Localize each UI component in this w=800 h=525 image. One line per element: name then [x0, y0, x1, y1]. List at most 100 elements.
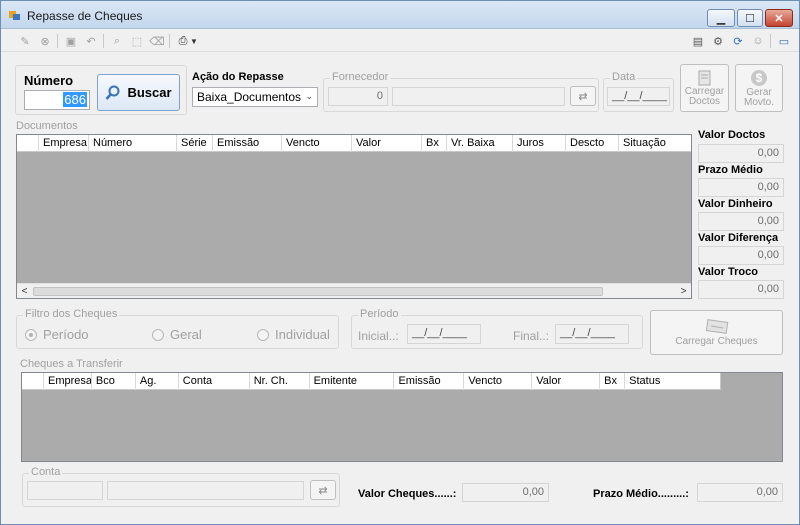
acao-select[interactable]: Baixa_Documentos ⌄ — [192, 87, 318, 107]
col-conta[interactable]: Conta — [179, 373, 250, 390]
col-situacao[interactable]: Situação — [619, 135, 691, 152]
valor-dinheiro-label: Valor Dinheiro — [698, 198, 773, 210]
data-input[interactable]: __/__/____ — [607, 87, 670, 106]
fornecedor-name-input[interactable] — [392, 87, 565, 106]
valor-dinheiro-field[interactable]: 0,00 — [698, 212, 784, 231]
select-icon[interactable]: ⬚ — [129, 33, 145, 49]
main-window: Repasse de Cheques ▁ ☐ ✕ ✎ ⊗ ▣ ↶ ⌕ ⬚ ⌫ ⎙… — [0, 0, 800, 525]
scroll-right-icon[interactable]: > — [676, 284, 691, 299]
col-vr-baixa[interactable]: Vr. Baixa — [447, 135, 513, 152]
toolbar: ✎ ⊗ ▣ ↶ ⌕ ⬚ ⌫ ⎙ ▼ ▤ ⚙ ⟳ ☺ ▭ — [1, 30, 799, 52]
radio-geral[interactable]: Geral — [152, 327, 202, 342]
col-nr-ch[interactable]: Nr. Ch. — [250, 373, 310, 390]
scroll-left-icon[interactable]: < — [17, 284, 32, 299]
close-icon: ✕ — [774, 12, 784, 25]
cheques-header: Empresa Bco Ag. Conta Nr. Ch. Emitente E… — [22, 373, 721, 390]
col-bx[interactable]: Bx — [422, 135, 447, 152]
col-valor[interactable]: Valor — [352, 135, 422, 152]
edit-icon[interactable]: ✎ — [17, 33, 33, 49]
col-emissao[interactable]: Emissão — [213, 135, 282, 152]
documentos-hscrollbar[interactable]: < > — [17, 283, 691, 298]
documents-icon — [698, 70, 710, 85]
cheques-grid[interactable]: Empresa Bco Ag. Conta Nr. Ch. Emitente E… — [21, 372, 783, 462]
cheques-label: Cheques a Transferir — [20, 358, 123, 370]
valor-troco-field: 0,00 — [698, 280, 784, 299]
valor-cheques-label: Valor Cheques......: — [358, 488, 457, 500]
radio-checked-icon — [25, 328, 37, 341]
close-button[interactable]: ✕ — [765, 9, 793, 27]
radio-geral-label: Geral — [170, 327, 202, 342]
footer-prazo-medio-label: Prazo Médio.........: — [593, 488, 689, 500]
panel-icon[interactable]: ▭ — [776, 33, 792, 49]
radio-individual[interactable]: Individual — [257, 327, 330, 342]
app-icon — [9, 11, 20, 20]
prazo-medio-field: 0,00 — [698, 178, 784, 197]
inicial-input[interactable]: __/__/____ — [407, 324, 481, 344]
minimize-button[interactable]: ▁ — [707, 9, 735, 27]
final-input[interactable]: __/__/____ — [555, 324, 629, 344]
carregar-cheques-button[interactable]: Carregar Cheques — [650, 310, 783, 355]
footer-prazo-medio-field: 0,00 — [697, 483, 783, 502]
col-valor[interactable]: Valor — [532, 373, 601, 390]
gerar-movto-label: Gerar Movto. — [743, 86, 774, 108]
conta-label: Conta — [29, 466, 63, 478]
svg-text:$: $ — [756, 71, 763, 85]
fornecedor-code-input[interactable]: 0 — [328, 87, 388, 106]
chevron-down-icon: ⌄ — [305, 91, 313, 101]
filtro-label: Filtro dos Cheques — [23, 308, 120, 320]
maximize-button[interactable]: ☐ — [737, 9, 763, 27]
valor-diferenca-label: Valor Diferença — [698, 232, 779, 244]
radio-periodo[interactable]: Período — [25, 327, 89, 342]
window-list-icon[interactable]: ▤ — [690, 33, 706, 49]
col-juros[interactable]: Juros — [513, 135, 566, 152]
dollar-icon: $ — [751, 69, 767, 86]
title-bar: Repasse de Cheques ▁ ☐ ✕ — [1, 1, 799, 29]
maximize-icon: ☐ — [745, 12, 755, 25]
conta-name-input[interactable] — [107, 481, 304, 500]
col-bx[interactable]: Bx — [600, 373, 626, 390]
col-emissao[interactable]: Emissão — [394, 373, 465, 390]
col-empresa[interactable]: Empresa — [44, 373, 92, 390]
gerar-movto-button[interactable]: $ Gerar Movto. — [735, 64, 783, 112]
valor-cheques-field: 0,00 — [462, 483, 549, 502]
buscar-button[interactable]: Buscar — [97, 74, 180, 111]
col-serie[interactable]: Série — [177, 135, 213, 152]
fornecedor-lookup-button[interactable]: ⇄ — [570, 86, 596, 106]
acao-value: Baixa_Documentos — [197, 90, 302, 104]
radio-individual-label: Individual — [275, 327, 330, 342]
radio-periodo-label: Período — [43, 327, 89, 342]
eraser-icon[interactable]: ⌫ — [149, 33, 165, 49]
conta-code-input[interactable] — [27, 481, 103, 500]
cheque-icon — [705, 318, 728, 334]
col-descto[interactable]: Descto — [566, 135, 619, 152]
carregar-doctos-button[interactable]: Carregar Doctos — [680, 64, 729, 112]
config-icon[interactable]: ⚙ — [710, 33, 726, 49]
col-numero[interactable]: Número — [89, 135, 177, 152]
cancel-icon[interactable]: ⊗ — [37, 33, 53, 49]
col-vencto[interactable]: Vencto — [282, 135, 352, 152]
row-selector-header — [17, 135, 39, 152]
radio-unchecked-icon — [152, 328, 164, 341]
undo-icon[interactable]: ↶ — [83, 33, 99, 49]
col-empresa[interactable]: Empresa — [39, 135, 89, 152]
col-status[interactable]: Status — [625, 373, 720, 390]
search-icon[interactable]: ⌕ — [109, 33, 125, 49]
numero-input[interactable]: 686 — [24, 90, 90, 110]
buscar-label: Buscar — [127, 85, 172, 100]
valor-doctos-label: Valor Doctos — [698, 129, 766, 141]
col-bco[interactable]: Bco — [92, 373, 136, 390]
conta-lookup-button[interactable]: ⇄ — [310, 480, 336, 500]
chevron-down-icon[interactable]: ▼ — [189, 33, 199, 49]
save-icon[interactable]: ▣ — [63, 33, 79, 49]
col-ag[interactable]: Ag. — [136, 373, 179, 390]
scroll-thumb[interactable] — [33, 287, 603, 296]
col-emitente[interactable]: Emitente — [310, 373, 395, 390]
documentos-grid[interactable]: Empresa Número Série Emissão Vencto Valo… — [16, 134, 692, 299]
window-title: Repasse de Cheques — [27, 9, 143, 23]
col-vencto[interactable]: Vencto — [464, 373, 533, 390]
documentos-label: Documentos — [16, 120, 78, 132]
user-icon[interactable]: ☺ — [750, 33, 766, 49]
refresh-icon[interactable]: ⟳ — [730, 33, 746, 49]
data-label: Data — [610, 71, 638, 83]
carregar-cheques-label: Carregar Cheques — [675, 335, 758, 347]
